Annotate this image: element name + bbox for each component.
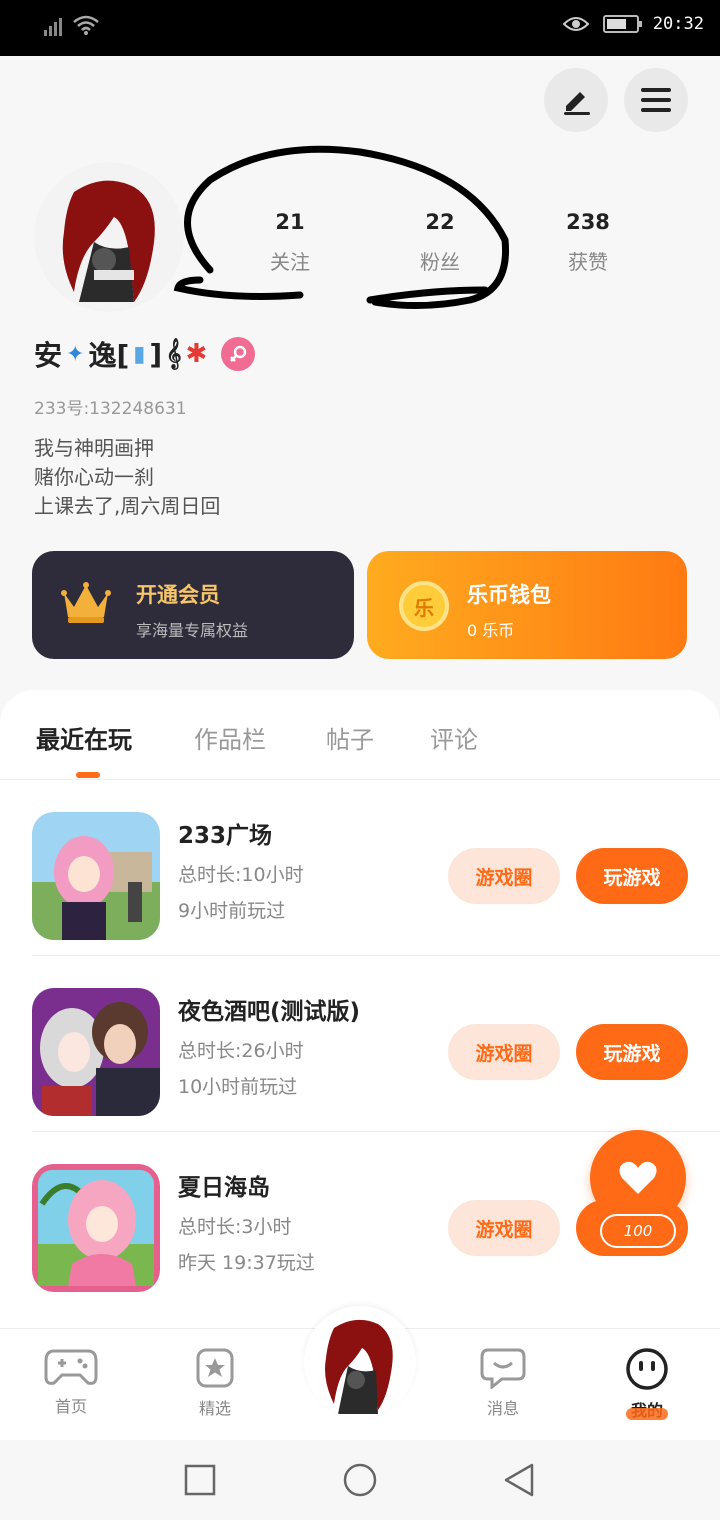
eye-icon <box>562 17 589 31</box>
game-circle-button[interactable]: 游戏圈 <box>448 848 560 904</box>
smiley-icon <box>626 1348 668 1390</box>
vip-card[interactable]: 开通会员 享海量专属权益 <box>32 551 354 659</box>
nickname: 安 ✦ 逸[ ▮ ] 𝄞 ✱ <box>34 334 256 374</box>
crown-icon <box>61 582 111 623</box>
recent-apps-icon[interactable] <box>184 1464 216 1496</box>
user-id: 233号:132248631 <box>34 399 187 419</box>
female-gender-icon <box>221 337 256 371</box>
tab-comments[interactable]: 评论 <box>430 720 478 755</box>
nav-home-label: 首页 <box>54 1397 87 1416</box>
game-icon-233-square <box>32 812 160 940</box>
status-bar: 20:32 <box>0 0 720 56</box>
heart-icon <box>619 1161 657 1194</box>
bio: 我与神明画押 赌你心动一刹 上课去了,周六周日回 <box>34 436 221 518</box>
home-icon[interactable] <box>342 1462 378 1498</box>
game-name: 夏日海岛 <box>178 1175 270 1201</box>
like-count-badge: 100 <box>600 1214 676 1248</box>
game-icon-night-bar <box>32 988 160 1116</box>
coin-icon: 乐 <box>399 581 449 631</box>
game-circle-button[interactable]: 游戏圈 <box>448 1024 560 1080</box>
clock: 20:32 <box>652 14 704 34</box>
edit-profile-button[interactable] <box>544 68 608 132</box>
tab-works[interactable]: 作品栏 <box>194 720 266 755</box>
tab-posts[interactable]: 帖子 <box>326 720 374 755</box>
floating-like-button[interactable] <box>590 1130 686 1226</box>
likes-count: 238 <box>566 210 610 234</box>
game-name: 夜色酒吧(测试版) <box>178 999 361 1025</box>
handdrawn-circle-annotation <box>173 145 510 310</box>
nav-messages[interactable]: 消息 <box>458 1347 548 1419</box>
vip-title: 开通会员 <box>136 583 220 607</box>
menu-icon <box>641 88 671 112</box>
game-duration: 总时长:10小时 <box>178 864 304 886</box>
nav-home[interactable]: 首页 <box>26 1347 116 1417</box>
game-last-played: 10小时前玩过 <box>178 1076 298 1098</box>
play-game-button[interactable]: 玩游戏 <box>576 848 688 904</box>
avatar[interactable] <box>34 162 184 312</box>
wallet-balance: 0 乐币 <box>467 621 515 640</box>
profile-tabs: 最近在玩 作品栏 帖子 评论 <box>0 690 720 780</box>
game-last-played: 9小时前玩过 <box>178 900 286 922</box>
play-game-button[interactable]: 玩游戏 <box>576 1024 688 1080</box>
baby-bottle-emoji-icon: ▮ <box>133 341 146 367</box>
active-nav-indicator <box>626 1408 668 1420</box>
likes-label: 获赞 <box>568 250 608 274</box>
game-name: 233广场 <box>178 823 273 849</box>
anger-emoji-icon: ✱ <box>185 339 208 369</box>
vip-subtitle: 享海量专属权益 <box>136 621 249 640</box>
comet-emoji-icon: ✦ <box>66 341 85 367</box>
wallet-title: 乐币钱包 <box>467 583 551 607</box>
wallet-card[interactable]: 乐 乐币钱包 0 乐币 <box>367 551 687 659</box>
star-icon <box>196 1348 234 1388</box>
wifi-icon <box>73 15 99 35</box>
signal-icon <box>44 14 62 36</box>
list-item[interactable]: 夜色酒吧(测试版) 总时长:26小时 10小时前玩过 游戏圈 玩游戏 <box>0 956 720 1132</box>
message-icon <box>480 1348 526 1389</box>
content-panel: 最近在玩 作品栏 帖子 评论 233广场 总时长:10小时 9小时前玩过 游戏圈… <box>0 690 720 1390</box>
stat-likes[interactable]: 238 获赞 <box>538 210 638 275</box>
game-circle-button[interactable]: 游戏圈 <box>448 1200 560 1256</box>
nav-featured[interactable]: 精选 <box>170 1347 260 1419</box>
active-tab-indicator <box>76 772 100 778</box>
game-last-played: 昨天 19:37玩过 <box>178 1252 315 1274</box>
list-item[interactable]: 233广场 总时长:10小时 9小时前玩过 游戏圈 玩游戏 <box>0 780 720 956</box>
nav-featured-label: 精选 <box>198 1399 231 1418</box>
system-nav-bar <box>0 1440 720 1520</box>
nav-messages-label: 消息 <box>486 1399 519 1418</box>
back-icon[interactable] <box>502 1462 536 1498</box>
game-icon-summer-island <box>32 1164 160 1292</box>
battery-icon <box>602 15 642 33</box>
game-duration: 总时长:3小时 <box>178 1216 292 1238</box>
menu-button[interactable] <box>624 68 688 132</box>
tab-recent-played[interactable]: 最近在玩 <box>36 720 132 755</box>
gamepad-icon <box>44 1349 98 1385</box>
game-duration: 总时长:26小时 <box>178 1040 304 1062</box>
pencil-icon <box>564 92 590 115</box>
music-clef-icon: 𝄞 <box>166 338 182 369</box>
center-avatar-button[interactable] <box>304 1306 416 1418</box>
